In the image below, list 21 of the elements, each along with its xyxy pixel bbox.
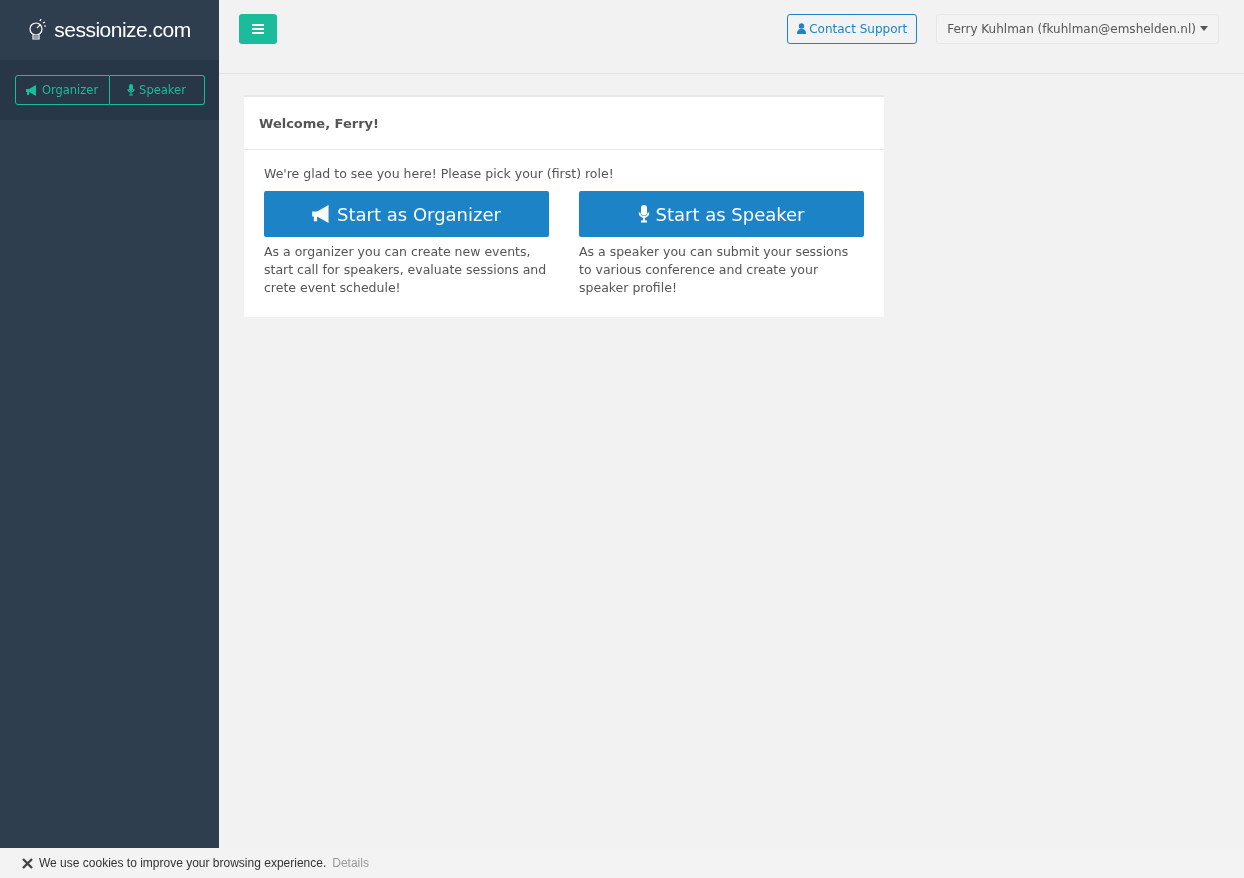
- user-menu[interactable]: Ferry Kuhlman (fkuhlman@emshelden.nl): [936, 13, 1219, 44]
- megaphone-icon: [25, 84, 38, 96]
- start-role-button[interactable]: Start as Organizer: [264, 191, 549, 237]
- role-button[interactable]: Organizer: [14, 75, 110, 105]
- cookie-message: We use cookies to improve your browsing experience.: [39, 856, 327, 870]
- lightbulb-icon: [28, 19, 49, 41]
- microphone-icon: [638, 205, 651, 223]
- role-button[interactable]: Speaker: [109, 75, 205, 105]
- role-description: As a organizer you can create new events, start call for speakers, evaluate sessions and crete event schedule!: [264, 243, 548, 297]
- person-icon: [797, 23, 807, 34]
- details-link[interactable]: Details: [332, 856, 369, 870]
- intro-text: We're glad to see you here! Please pick your (first) role!: [264, 166, 615, 181]
- logo-wordmark[interactable]: sessionize.com: [54, 18, 191, 42]
- role-description: As a speaker you can submit your sessions to various conference and create your speaker profile!: [579, 243, 850, 297]
- card-title: Welcome, Ferry!: [259, 115, 379, 131]
- contact-support-button[interactable]: Contact Support: [787, 13, 918, 44]
- close-icon[interactable]: [22, 857, 33, 869]
- caret-icon: [1200, 26, 1208, 31]
- menu-icon: [252, 23, 264, 34]
- start-role-button[interactable]: Start as Speaker: [579, 191, 864, 237]
- microphone-icon: [127, 84, 136, 96]
